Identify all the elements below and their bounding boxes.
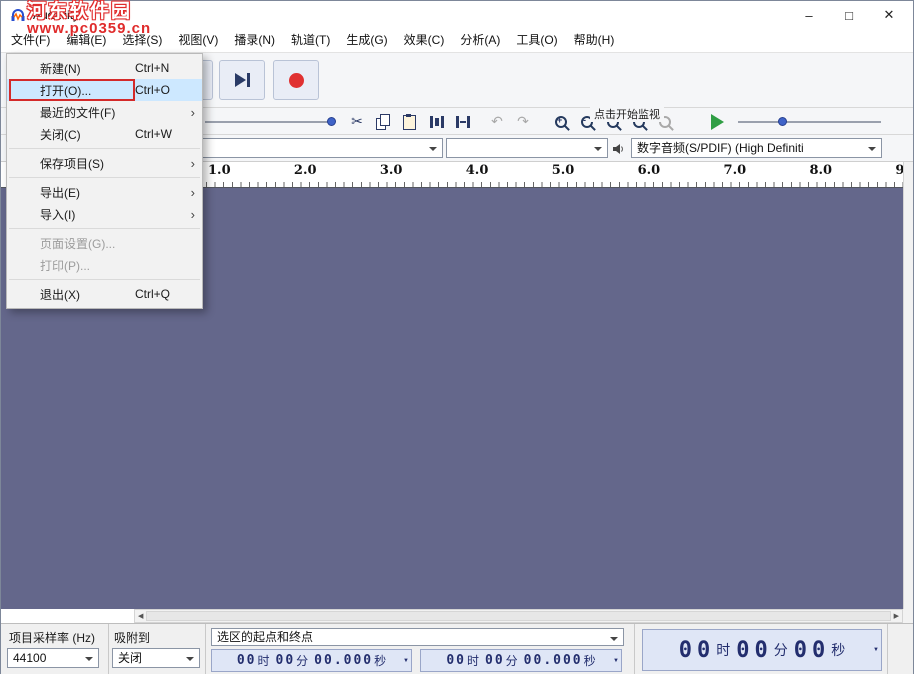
audacity-window: Audacity – □ ✕ 河东软件园 www.pc0359.cn 文件(F)… (0, 0, 914, 674)
menu-effect[interactable]: 效果(C) (396, 29, 453, 52)
paste-icon (403, 115, 416, 130)
menu-tools[interactable]: 工具(O) (508, 29, 565, 52)
window-title: Audacity (33, 8, 79, 22)
menu-item-import[interactable]: 导入(I) › (7, 203, 202, 225)
menu-edit[interactable]: 编辑(E) (58, 29, 114, 52)
status-divider (205, 624, 206, 674)
menu-help[interactable]: 帮助(H) (566, 29, 623, 52)
selection-start-counter[interactable]: 00 时 00 分 00.000 秒 ▼ (211, 649, 412, 672)
menu-select[interactable]: 选择(S) (114, 29, 170, 52)
file-menu: 新建(N) Ctrl+N 打开(O)... Ctrl+O 最近的文件(F) › … (6, 53, 203, 309)
status-divider (887, 624, 888, 674)
menu-bar: 文件(F) 编辑(E) 选择(S) 视图(V) 播录(N) 轨道(T) 生成(G… (1, 29, 913, 53)
paste-button[interactable] (397, 110, 421, 133)
silence-icon (456, 116, 470, 128)
scissors-icon: ✂ (351, 113, 363, 130)
submenu-arrow-icon: › (191, 185, 195, 200)
zoom-in-button[interactable] (549, 110, 573, 133)
zoom-in-icon (555, 116, 567, 128)
selection-mode-combo[interactable]: 选区的起点和终点 (211, 628, 624, 646)
skip-to-end-button[interactable] (219, 60, 265, 100)
mixer-volume-slider-thumb[interactable] (327, 117, 336, 126)
vertical-scrollbar[interactable] (903, 162, 913, 609)
audacity-logo-icon (9, 6, 27, 24)
menu-item-close[interactable]: 关闭(C) Ctrl+W (7, 123, 202, 145)
menu-item-open[interactable]: 打开(O)... Ctrl+O (7, 79, 202, 101)
submenu-arrow-icon: › (191, 156, 195, 171)
monitor-hint-text[interactable]: 点击开始监视 (590, 106, 664, 122)
horizontal-scrollbar-thumb[interactable] (146, 611, 890, 621)
cut-button[interactable]: ✂ (345, 110, 369, 133)
menu-transport[interactable]: 播录(N) (226, 29, 283, 52)
copy-icon (376, 114, 390, 129)
ruler-numbers: 1.0 2.0 3.0 4.0 5.0 6.0 7.0 8.0 9. (208, 163, 909, 178)
selection-end-counter[interactable]: 00 时 00 分 00.000 秒 ▼ (420, 649, 622, 672)
undo-icon: ↶ (491, 113, 503, 130)
dropdown-arrow-icon[interactable]: ▼ (403, 658, 409, 664)
submenu-arrow-icon: › (191, 105, 195, 120)
menu-item-print[interactable]: 打印(P)... (7, 254, 202, 276)
record-icon (289, 73, 304, 88)
dropdown-arrow-icon[interactable]: ▼ (613, 658, 619, 664)
menu-separator (9, 228, 200, 229)
trim-audio-button[interactable] (425, 110, 449, 133)
copy-button[interactable] (371, 110, 395, 133)
menu-view[interactable]: 视图(V) (170, 29, 226, 52)
undo-button[interactable]: ↶ (485, 110, 509, 133)
scrollbar-corner (903, 609, 913, 623)
redo-button[interactable]: ↷ (511, 110, 535, 133)
play-at-speed-button[interactable] (705, 110, 729, 133)
recording-channels-combo[interactable] (446, 138, 608, 158)
menu-item-export[interactable]: 导出(E) › (7, 181, 202, 203)
ruler-tick-marks (206, 182, 903, 187)
menu-analyze[interactable]: 分析(A) (452, 29, 508, 52)
menu-file[interactable]: 文件(F) (3, 29, 58, 52)
menu-separator (9, 177, 200, 178)
menu-tracks[interactable]: 轨道(T) (283, 29, 338, 52)
annotation-red-box (9, 79, 135, 101)
speaker-icon (612, 142, 625, 160)
menu-generate[interactable]: 生成(G) (338, 29, 395, 52)
maximize-button[interactable]: □ (829, 1, 869, 29)
menu-separator (9, 279, 200, 280)
play-speed-slider-thumb[interactable] (778, 117, 787, 126)
dropdown-arrow-icon[interactable]: ▼ (873, 647, 879, 653)
menu-item-new[interactable]: 新建(N) Ctrl+N (7, 57, 202, 79)
scroll-right-arrow-icon[interactable]: ▶ (894, 612, 899, 620)
status-bar: 项目采样率 (Hz) 44100 吸附到 关闭 选区的起点和终点 00 时 00… (1, 623, 913, 674)
playback-device-combo[interactable]: 数字音频(S/PDIF) (High Definiti (631, 138, 882, 158)
record-button[interactable] (273, 60, 319, 100)
play-speed-slider[interactable] (738, 121, 881, 123)
menu-item-page-setup[interactable]: 页面设置(G)... (7, 232, 202, 254)
redo-icon: ↷ (517, 113, 529, 130)
sample-rate-combo[interactable]: 44100 (7, 648, 99, 668)
skip-to-end-icon (235, 73, 250, 87)
horizontal-scrollbar[interactable]: ◀ ▶ (134, 609, 903, 623)
silence-audio-button[interactable] (451, 110, 475, 133)
minimize-button[interactable]: – (789, 1, 829, 29)
menu-separator (9, 148, 200, 149)
status-divider (634, 624, 635, 674)
mixer-volume-slider[interactable] (205, 121, 335, 123)
sample-rate-label: 项目采样率 (Hz) (9, 629, 95, 646)
play-at-speed-icon (711, 114, 724, 130)
window-controls: – □ ✕ (789, 1, 909, 29)
submenu-arrow-icon: › (191, 207, 195, 222)
snap-to-combo[interactable]: 关闭 (112, 648, 200, 668)
recording-device-combo[interactable] (161, 138, 443, 158)
close-button[interactable]: ✕ (869, 1, 909, 29)
menu-item-exit[interactable]: 退出(X) Ctrl+Q (7, 283, 202, 305)
audio-position-counter[interactable]: 00 时 00 分 00 秒 ▼ (642, 629, 882, 671)
title-bar: Audacity – □ ✕ (1, 1, 913, 29)
scroll-left-arrow-icon[interactable]: ◀ (138, 612, 143, 620)
menu-item-save-project[interactable]: 保存项目(S) › (7, 152, 202, 174)
trim-icon (430, 116, 444, 128)
snap-to-label: 吸附到 (114, 629, 150, 646)
status-divider (108, 624, 109, 674)
menu-item-recent-files[interactable]: 最近的文件(F) › (7, 101, 202, 123)
